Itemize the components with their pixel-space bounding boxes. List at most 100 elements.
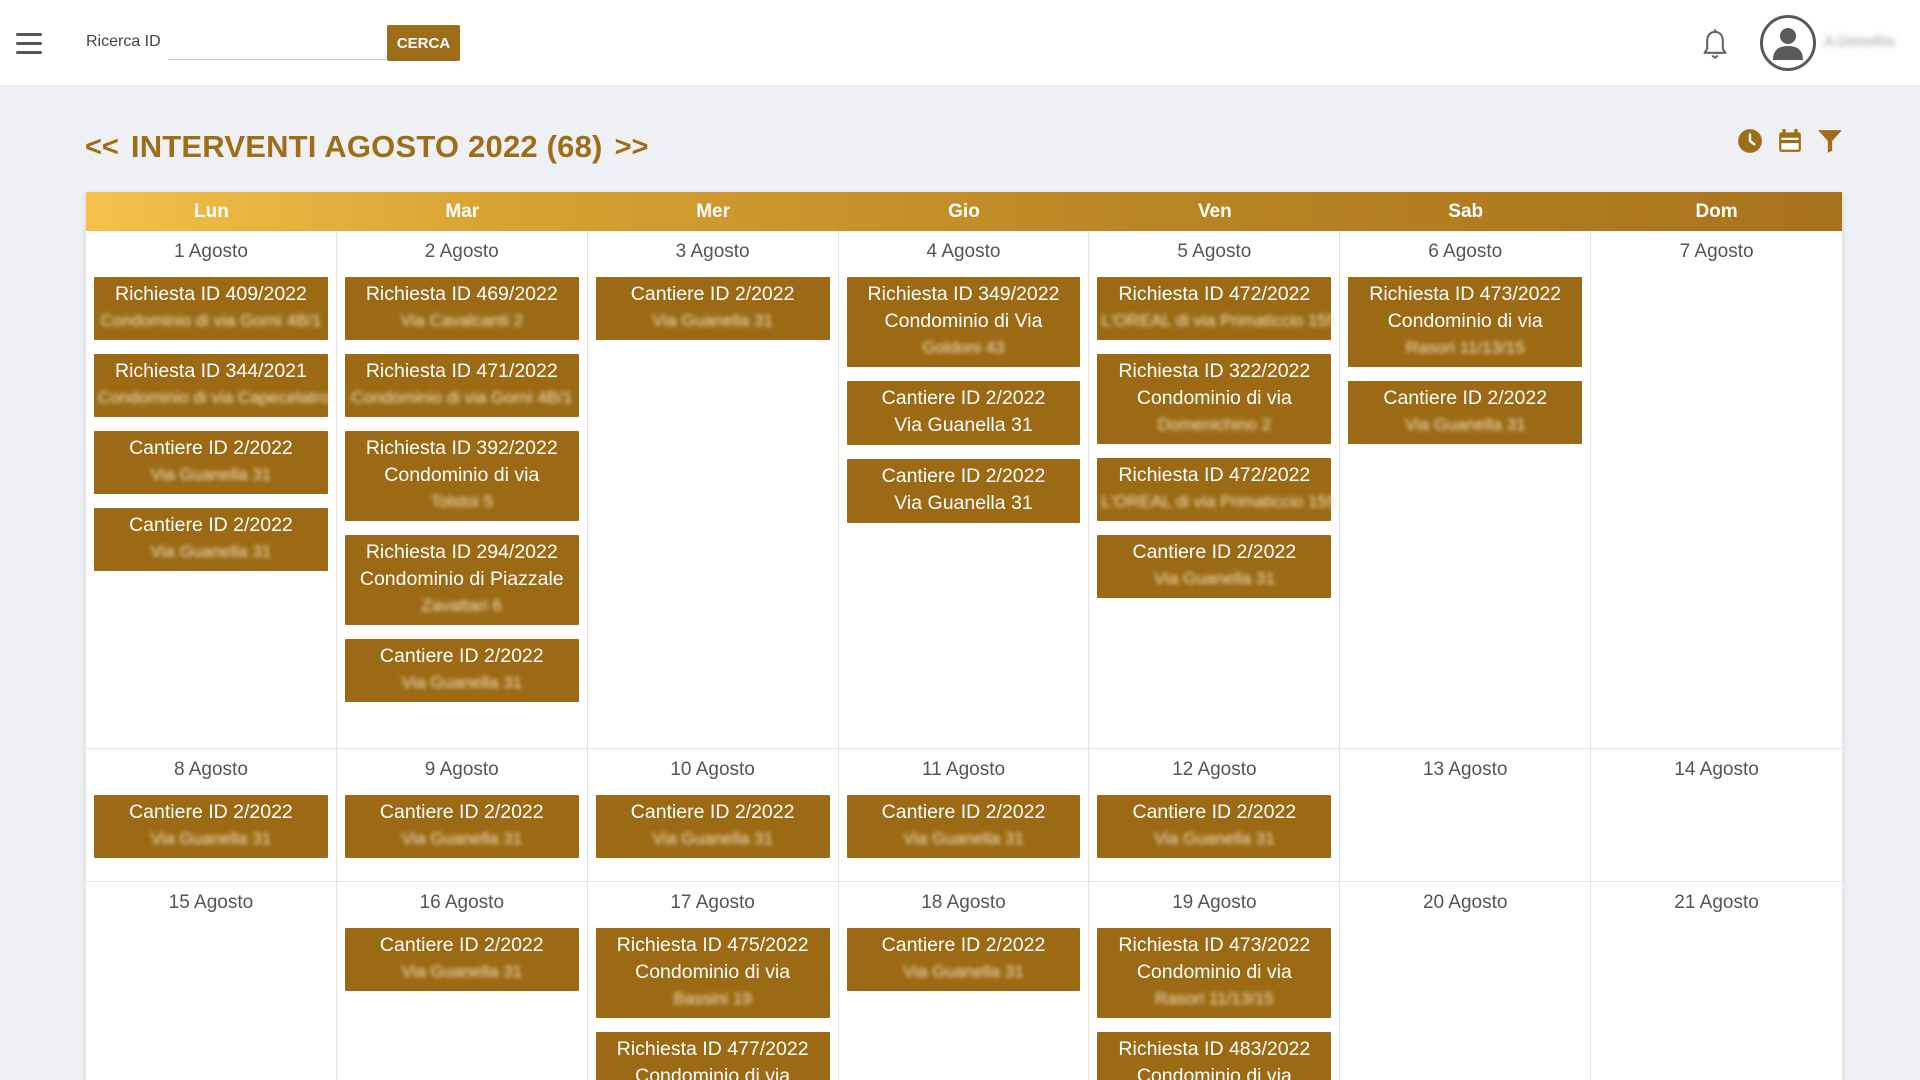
event-title: Richiesta ID 472/2022 bbox=[1118, 464, 1311, 486]
calendar-week: 15 Agosto 16 Agosto Cantiere ID 2/2022 Via … bbox=[86, 882, 1842, 1080]
search-input[interactable] bbox=[168, 26, 386, 60]
event-card[interactable]: Cantiere ID 2/2022 Via Guanella 31 bbox=[846, 459, 1081, 523]
event-card[interactable]: Cantiere ID 2/2022 Via Guanella 31 bbox=[595, 277, 830, 340]
event-card[interactable]: Cantiere ID 2/2022 Via Guanella 31 bbox=[846, 928, 1081, 991]
day-label: 7 Agosto bbox=[1679, 241, 1754, 262]
event-address: Domenichino 2 bbox=[1157, 415, 1272, 434]
event-card[interactable]: Richiesta ID 483/2022 Condominio di via bbox=[1097, 1032, 1332, 1080]
clock-icon[interactable] bbox=[1737, 128, 1763, 154]
day-cell[interactable]: 3 Agosto Cantiere ID 2/2022 Via Guanella 3… bbox=[588, 231, 839, 748]
event-card[interactable]: Richiesta ID 475/2022 Condominio di via Ba… bbox=[595, 928, 830, 1018]
event-title: Richiesta ID 473/2022 bbox=[1369, 283, 1562, 305]
event-card[interactable]: Cantiere ID 2/2022 Via Guanella 31 bbox=[344, 639, 579, 702]
day-label: 11 Agosto bbox=[921, 759, 1006, 780]
calendar-week: 1 Agosto Richiesta ID 409/2022 Condominio … bbox=[86, 231, 1842, 749]
event-address: Rasori 11/13/15 bbox=[1405, 338, 1525, 357]
day-label: 21 Agosto bbox=[1674, 892, 1759, 913]
day-cell[interactable]: 18 Agosto Cantiere ID 2/2022 Via Guanella … bbox=[839, 882, 1090, 1080]
event-title: Richiesta ID 409/2022 bbox=[114, 283, 307, 305]
event-card[interactable]: Richiesta ID 294/2022 Condominio di Piazz… bbox=[344, 535, 579, 625]
day-cell[interactable]: 6 Agosto Richiesta ID 473/2022 Condominio … bbox=[1340, 231, 1592, 748]
event-address: Via Guanella 31 bbox=[652, 311, 773, 330]
event-card[interactable]: Richiesta ID 472/2022 L'OREAL di via Prim… bbox=[1097, 458, 1336, 521]
event-card[interactable]: Cantiere ID 2/2022 Via Guanella 31 bbox=[94, 431, 328, 494]
day-cell[interactable]: 19 Agosto Richiesta ID 473/2022 Condominio… bbox=[1089, 882, 1341, 1080]
event-card[interactable]: Cantiere ID 2/2022 Via Guanella 31 bbox=[1097, 535, 1332, 598]
next-month-button[interactable]: >> bbox=[615, 131, 649, 164]
day-label: 17 Agosto bbox=[670, 892, 755, 913]
page-title-row: << INTERVENTI AGOSTO 2022 (68) >> bbox=[85, 129, 648, 165]
event-card[interactable]: Cantiere ID 2/2022 Via Guanella 31 bbox=[846, 381, 1081, 445]
event-card[interactable]: Cantiere ID 2/2022 Via Guanella 31 bbox=[94, 795, 328, 858]
event-card[interactable]: Richiesta ID 469/2022 Via Cavalcanti 2 bbox=[344, 277, 579, 340]
bell-icon[interactable] bbox=[1699, 28, 1731, 62]
weekday-label: Mer bbox=[696, 201, 731, 222]
filter-icon[interactable] bbox=[1817, 128, 1843, 154]
day-cell[interactable]: 9 Agosto Cantiere ID 2/2022 Via Guanella 3… bbox=[337, 749, 588, 881]
day-cell[interactable]: 11 Agosto Cantiere ID 2/2022 Via Guanella … bbox=[839, 749, 1090, 881]
event-address: Via Guanella 31 bbox=[401, 673, 523, 692]
username[interactable]: A.Donofrio bbox=[1824, 33, 1895, 50]
day-cell[interactable]: 8 Agosto Cantiere ID 2/2022 Via Guanella 3… bbox=[86, 749, 337, 881]
event-address: Tolstoi 5 bbox=[430, 492, 493, 511]
event-card[interactable]: Cantiere ID 2/2022 Via Guanella 31 bbox=[94, 508, 328, 571]
event-card[interactable]: Richiesta ID 471/2022 Condominio di via G… bbox=[344, 354, 579, 417]
event-address: Zavattari 6 bbox=[421, 596, 502, 615]
day-cell[interactable]: 16 Agosto Cantiere ID 2/2022 Via Guanella … bbox=[337, 882, 588, 1080]
event-card[interactable]: Richiesta ID 392/2022 Condominio di via To… bbox=[344, 431, 579, 521]
event-card[interactable]: Cantiere ID 2/2022 Via Guanella 31 bbox=[344, 928, 579, 991]
event-title: Cantiere ID 2/2022 bbox=[881, 801, 1046, 823]
calendar-grid: Lun Mar Mer Gio Ven Sab Dom 1 Agosto Rich… bbox=[86, 192, 1842, 1080]
day-cell[interactable]: 12 Agosto Cantiere ID 2/2022 Via Guanella … bbox=[1089, 749, 1341, 881]
day-cell[interactable]: 20 Agosto bbox=[1340, 882, 1592, 1080]
top-bar: Ricerca ID CERCA A.Donofrio bbox=[0, 0, 1920, 86]
day-cell[interactable]: 1 Agosto Richiesta ID 409/2022 Condominio … bbox=[86, 231, 337, 748]
event-card[interactable]: Cantiere ID 2/2022 Via Guanella 31 bbox=[344, 795, 579, 858]
user-icon bbox=[1773, 28, 1803, 60]
event-card[interactable]: Richiesta ID 473/2022 Condominio di via Ra… bbox=[1348, 277, 1583, 367]
event-title: Cantiere ID 2/2022 bbox=[129, 514, 293, 536]
day-label: 4 Agosto bbox=[926, 241, 1001, 262]
weekday-label: Sab bbox=[1448, 201, 1484, 222]
event-address: Via Guanella 31 bbox=[652, 829, 773, 848]
day-cell[interactable]: 15 Agosto bbox=[86, 882, 337, 1080]
day-label: 9 Agosto bbox=[424, 759, 499, 780]
event-card[interactable]: Richiesta ID 344/2021 Condominio di via C… bbox=[94, 354, 336, 417]
event-card[interactable]: Richiesta ID 472/2022 L'OREAL di via Prim… bbox=[1097, 277, 1336, 340]
search-button[interactable]: CERCA bbox=[387, 25, 460, 61]
event-card[interactable]: Cantiere ID 2/2022 Via Guanella 31 bbox=[1348, 381, 1583, 444]
event-card[interactable]: Cantiere ID 2/2022 Via Guanella 31 bbox=[1097, 795, 1332, 858]
event-card[interactable]: Cantiere ID 2/2022 Via Guanella 31 bbox=[846, 795, 1081, 858]
calendar-icon[interactable] bbox=[1777, 128, 1803, 154]
event-subtitle: Condominio di Via bbox=[884, 310, 1043, 332]
day-cell[interactable]: 4 Agosto Richiesta ID 349/2022 Condominio … bbox=[839, 231, 1090, 748]
event-card[interactable]: Richiesta ID 409/2022 Condominio di via G… bbox=[94, 277, 328, 340]
day-cell[interactable]: 21 Agosto bbox=[1591, 882, 1842, 1080]
event-card[interactable]: Richiesta ID 322/2022 Condominio di via Do… bbox=[1097, 354, 1332, 444]
search-label: Ricerca ID bbox=[86, 33, 161, 50]
event-address: Condominio di via Gorni 4B/1 bbox=[100, 311, 322, 330]
event-address: Via Guanella 31 bbox=[903, 962, 1024, 981]
event-card[interactable]: Richiesta ID 349/2022 Condominio di Via Go… bbox=[846, 277, 1081, 367]
event-title: Cantiere ID 2/2022 bbox=[379, 645, 544, 667]
event-title: Richiesta ID 469/2022 bbox=[365, 283, 558, 305]
event-title: Cantiere ID 2/2022 bbox=[129, 801, 293, 823]
event-title: Cantiere ID 2/2022 bbox=[379, 934, 544, 956]
event-card[interactable]: Richiesta ID 473/2022 Condominio di via Ra… bbox=[1097, 928, 1332, 1018]
day-label: 14 Agosto bbox=[1674, 759, 1759, 780]
day-cell[interactable]: 5 Agosto Richiesta ID 472/2022 L'OREAL di … bbox=[1089, 231, 1341, 748]
day-cell[interactable]: 10 Agosto Cantiere ID 2/2022 Via Guanella … bbox=[588, 749, 839, 881]
day-cell[interactable]: 13 Agosto bbox=[1340, 749, 1592, 881]
day-cell[interactable]: 7 Agosto bbox=[1591, 231, 1842, 748]
event-subtitle: Via Guanella 31 bbox=[894, 492, 1033, 514]
menu-icon[interactable] bbox=[16, 33, 42, 55]
event-address: Via Guanella 31 bbox=[903, 829, 1024, 848]
prev-month-button[interactable]: << bbox=[85, 131, 119, 164]
event-card[interactable]: Cantiere ID 2/2022 Via Guanella 31 bbox=[595, 795, 830, 858]
day-cell[interactable]: 17 Agosto Richiesta ID 475/2022 Condominio… bbox=[588, 882, 839, 1080]
day-label: 15 Agosto bbox=[168, 892, 254, 913]
event-card[interactable]: Richiesta ID 477/2022 Condominio di via bbox=[595, 1032, 830, 1080]
avatar[interactable] bbox=[1760, 15, 1816, 71]
day-cell[interactable]: 14 Agosto bbox=[1591, 749, 1842, 881]
day-cell[interactable]: 2 Agosto Richiesta ID 469/2022 Via Cavalca… bbox=[337, 231, 588, 748]
